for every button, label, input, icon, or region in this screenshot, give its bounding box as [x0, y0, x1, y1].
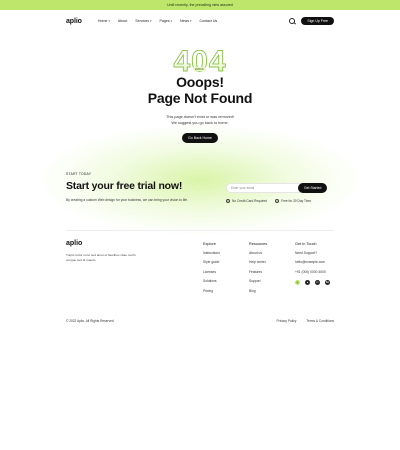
support-label: Need Support?: [295, 251, 318, 255]
page-title-line2: Page Not Found: [147, 90, 253, 106]
announcement-bar: Until recently, the prevailing view assu…: [0, 0, 400, 10]
column-title: Get In Touch: [295, 242, 317, 246]
github-icon[interactable]: ●: [305, 280, 310, 286]
main-menu: Home ▾ About Services ▾ Pages ▾ News ▾ Conta…: [98, 19, 217, 23]
social-links: ◎ ● in Bē: [295, 280, 330, 286]
footer-link[interactable]: About us: [249, 251, 267, 260]
terms-link[interactable]: Terms & Conditions: [306, 319, 334, 323]
menu-item-contact[interactable]: Contact Us: [199, 19, 217, 23]
phone-link[interactable]: +91 (000) 0000 4000: [295, 270, 330, 279]
perk-item: ✓ No Credit Card Required: [226, 199, 268, 203]
dribbble-icon[interactable]: ◎: [295, 280, 300, 286]
email-link[interactable]: hello@example.com: [295, 260, 330, 269]
footer: aplio Turpis tortor nunc sed amet et fau…: [66, 240, 334, 300]
logo[interactable]: aplio: [66, 18, 82, 25]
page-title-line1: Ooops!: [176, 74, 224, 90]
email-input[interactable]: Enter your email: [226, 183, 306, 193]
menu-item-pages[interactable]: Pages ▾: [159, 19, 172, 23]
navbar: aplio Home ▾ About Services ▾ Pages ▾ News ▾…: [66, 15, 334, 27]
signup-form: Enter your email Get Started: [226, 183, 328, 193]
get-started-button[interactable]: Get Started: [298, 183, 328, 193]
column-title: Resources: [249, 242, 268, 246]
footer-link[interactable]: Support: [249, 279, 267, 288]
footer-description: Turpis tortor nunc sed amet et faucibus …: [66, 253, 136, 262]
menu-item-about[interactable]: About: [118, 19, 127, 23]
footer-logo[interactable]: aplio: [66, 240, 334, 247]
footer-link[interactable]: Instructions: [203, 251, 220, 260]
behance-icon[interactable]: Bē: [325, 280, 330, 286]
linkedin-icon[interactable]: in: [315, 280, 320, 286]
privacy-policy-link[interactable]: Privacy Policy: [277, 319, 297, 323]
chevron-down-icon: ▾: [190, 19, 192, 23]
menu-item-home[interactable]: Home ▾: [98, 19, 110, 23]
footer-link[interactable]: Pricing: [203, 289, 220, 298]
sign-up-button[interactable]: Sign Up Free: [301, 16, 334, 26]
footer-column-resources: Resources About us Help center Features …: [249, 242, 267, 298]
footer-link[interactable]: Style guide: [203, 260, 220, 269]
hero-section: 404 Ooops! Page Not Found This page does…: [0, 50, 400, 144]
search-icon[interactable]: [289, 18, 296, 24]
hero-description: This page doesn't exist or was removed! …: [166, 115, 234, 125]
cta-section: START TODAY Start your free trial now! B…: [66, 172, 334, 203]
perk-item: ✓ Free for 30 Day Time: [275, 199, 312, 203]
announcement-text: Until recently, the prevailing view assu…: [167, 3, 233, 7]
chevron-down-icon: ▾: [170, 19, 173, 23]
check-icon: ✓: [226, 199, 230, 203]
footer-link[interactable]: Solutions: [203, 279, 220, 288]
footer-link[interactable]: Help center: [249, 260, 267, 269]
footer-column-contact: Get In Touch Need Support? hello@example…: [295, 242, 330, 286]
footer-divider: [66, 230, 334, 231]
check-icon: ✓: [275, 199, 280, 203]
footer-link[interactable]: Features: [249, 270, 267, 279]
chevron-down-icon: ▾: [108, 19, 110, 23]
footer-link[interactable]: Blog: [249, 289, 267, 298]
cta-eyebrow: START TODAY: [66, 172, 92, 176]
error-tag: ERROR: [193, 67, 206, 71]
footer-link[interactable]: Licenses: [203, 270, 220, 279]
go-home-button[interactable]: Go Back Home: [182, 133, 218, 143]
column-title: Explore: [203, 242, 216, 246]
footer-column-explore: Explore Instructions Style guide License…: [203, 242, 220, 298]
footer-bottom: © 2022 Aplio. All Rights Reserved Privac…: [66, 319, 334, 323]
menu-item-services[interactable]: Services ▾: [135, 19, 151, 23]
perks: ✓ No Credit Card Required ✓ Free for 30 Da…: [226, 199, 311, 203]
chevron-down-icon: ▾: [150, 19, 152, 23]
menu-item-news[interactable]: News ▾: [180, 19, 191, 23]
copyright: © 2022 Aplio. All Rights Reserved: [66, 319, 114, 323]
